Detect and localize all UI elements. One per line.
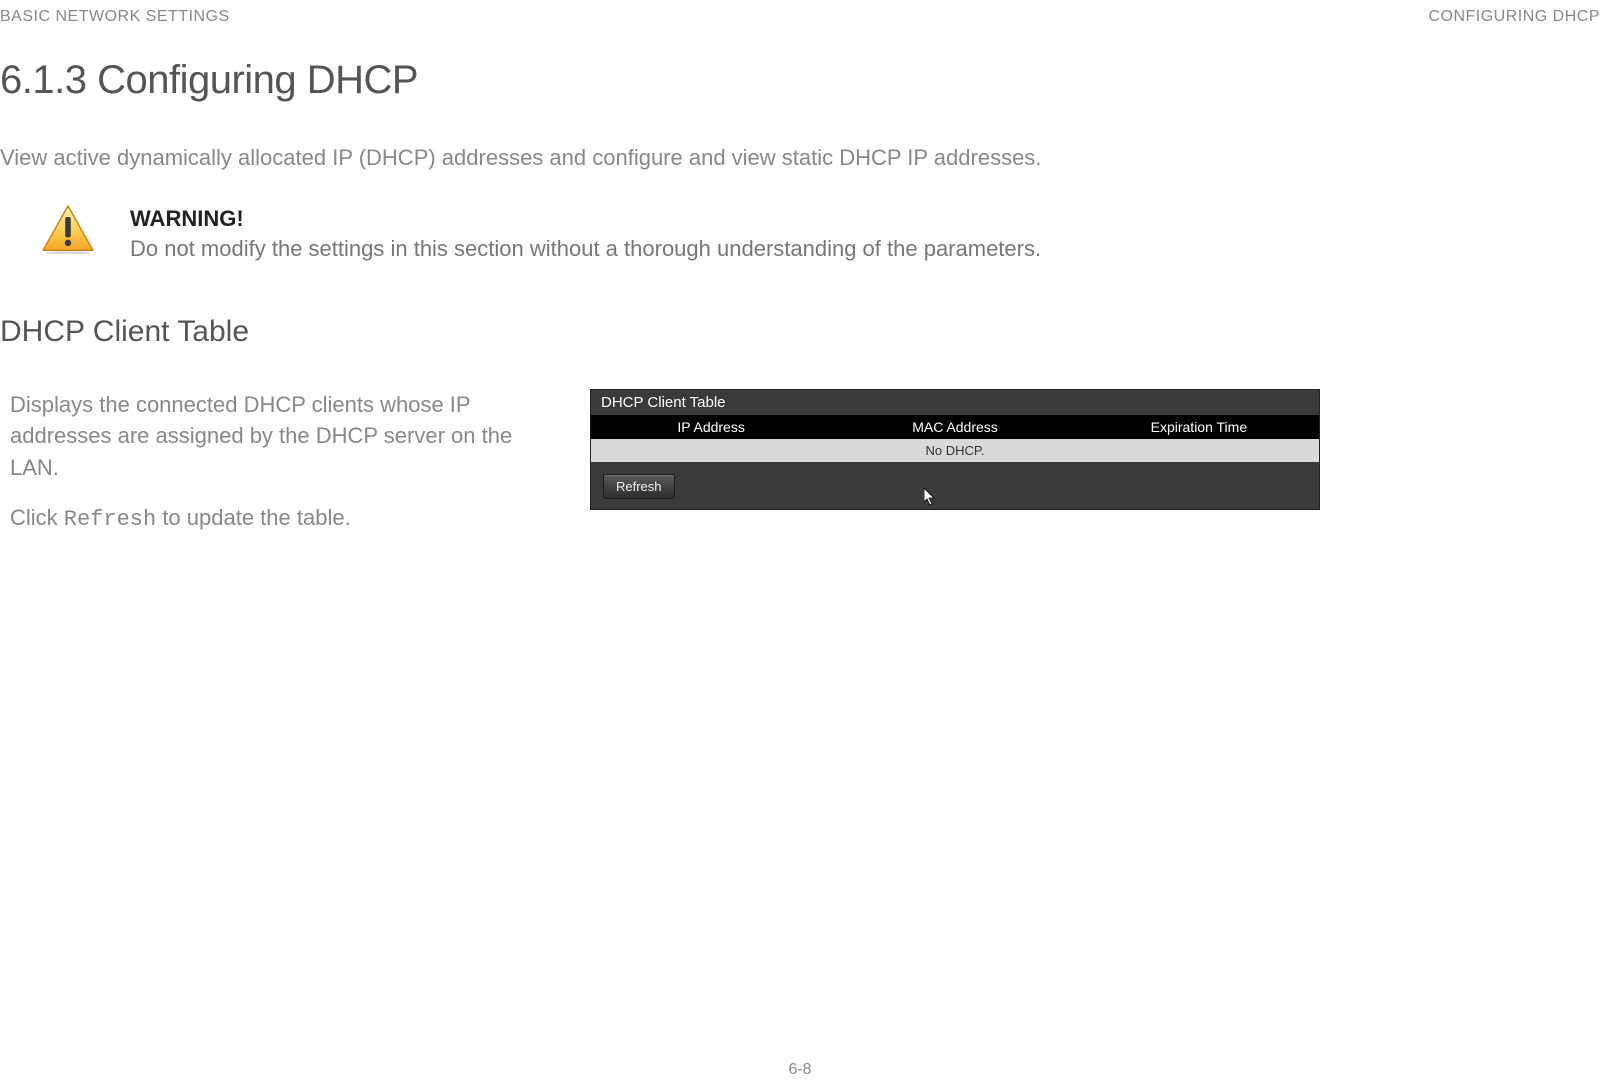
warning-label: WARNING! <box>130 206 1041 232</box>
warning-block: WARNING! Do not modify the settings in t… <box>40 204 1600 265</box>
description-paragraph-2: Click Refresh to update the table. <box>10 502 560 536</box>
description-column: Displays the connected DHCP clients whos… <box>0 389 560 555</box>
para2-suffix: to update the table. <box>156 505 351 530</box>
two-column-layout: Displays the connected DHCP clients whos… <box>0 389 1600 555</box>
page-number: 6-8 <box>0 1061 1600 1079</box>
header-right: CONFIGURING DHCP <box>1428 8 1600 26</box>
description-paragraph-1: Displays the connected DHCP clients whos… <box>10 389 560 485</box>
para2-prefix: Click <box>10 505 64 530</box>
page-header: BASIC NETWORK SETTINGS CONFIGURING DHCP <box>0 0 1600 26</box>
warning-triangle-icon <box>40 204 96 254</box>
warning-text: WARNING! Do not modify the settings in t… <box>130 204 1041 265</box>
column-header-ip: IP Address <box>591 415 831 439</box>
column-header-mac: MAC Address <box>831 415 1079 439</box>
screenshot-column: DHCP Client Table IP Address MAC Address… <box>590 389 1600 510</box>
refresh-button-wrap: Refresh <box>591 462 1319 499</box>
column-header-expiration: Expiration Time <box>1079 415 1319 439</box>
dhcp-table-header: IP Address MAC Address Expiration Time <box>591 415 1319 439</box>
subsection-title: DHCP Client Table <box>0 315 1600 349</box>
intro-paragraph: View active dynamically allocated IP (DH… <box>0 143 1600 174</box>
warning-icon <box>40 204 100 264</box>
refresh-literal: Refresh <box>64 507 156 532</box>
header-left: BASIC NETWORK SETTINGS <box>0 8 230 26</box>
refresh-button[interactable]: Refresh <box>603 474 675 499</box>
dhcp-empty-row: No DHCP. <box>591 439 1319 462</box>
warning-description: Do not modify the settings in this secti… <box>130 234 1041 265</box>
dhcp-client-table-panel: DHCP Client Table IP Address MAC Address… <box>590 389 1320 510</box>
section-title: 6.1.3 Configuring DHCP <box>0 58 1600 103</box>
dhcp-panel-title: DHCP Client Table <box>591 390 1319 415</box>
